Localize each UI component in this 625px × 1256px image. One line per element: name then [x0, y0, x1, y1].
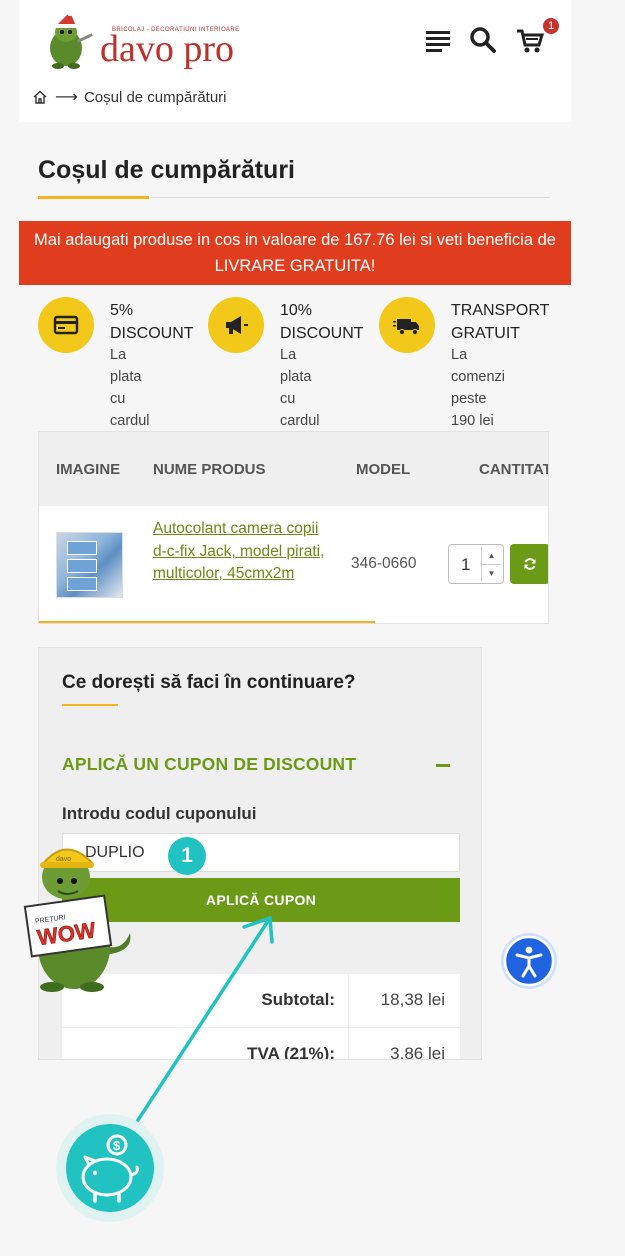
next-steps-accent-bar	[62, 704, 118, 706]
menu-icon[interactable]	[423, 25, 453, 55]
cart-table[interactable]: IMAGINE NUME PRODUS MODEL CANTITATE Auto…	[38, 431, 549, 624]
mascot-wow-sticker[interactable]: davo PREȚURI WOW	[22, 835, 140, 995]
free-shipping-banner: Mai adaugati produse in cos in valoare d…	[19, 221, 571, 285]
feature-icon-circle	[208, 297, 264, 353]
truck-icon	[393, 319, 419, 336]
quantity-stepper[interactable]: 1 ▲ ▼	[448, 544, 504, 584]
title-accent-bar	[38, 196, 149, 199]
feature-icon-circle	[379, 297, 435, 353]
product-name-link[interactable]: Autocolant camera copii d-c-fix Jack, mo…	[153, 518, 333, 586]
accessibility-icon[interactable]	[500, 932, 558, 990]
decrement-chevron-icon[interactable]: ▼	[482, 565, 501, 582]
tutorial-arrow	[123, 916, 274, 1141]
column-header-name: NUME PRODUS	[153, 461, 266, 478]
davo-pro-logo[interactable]: BRICOLAJ - DECORAȚIUNI INTERIOARE davo p…	[36, 10, 239, 70]
breadcrumb-arrow-icon: ⟶	[55, 89, 78, 106]
feature-description: La plata cu cardul	[110, 347, 150, 429]
cart-table-header: IMAGINE NUME PRODUS MODEL CANTITATE	[39, 432, 548, 506]
feature-title: 5% DISCOUNT	[110, 302, 194, 342]
totals-label: TVA (21%):	[247, 1044, 335, 1060]
update-quantity-button[interactable]	[510, 544, 548, 584]
cart-icon[interactable]	[515, 25, 545, 55]
home-icon[interactable]	[33, 90, 47, 104]
column-header-quantity: CANTITATE	[479, 461, 548, 478]
logo-wordmark: davo pro	[100, 28, 235, 70]
feature-description: La comenzi peste 190 lei	[451, 347, 505, 429]
feature-icon-circle	[38, 297, 94, 353]
quantity-spinner[interactable]: ▲ ▼	[481, 547, 501, 581]
page-title: Coșul de cumpărături	[38, 156, 295, 184]
table-horizontal-scrollbar[interactable]	[39, 621, 375, 623]
piggy-bank-savings-icon[interactable]: $	[55, 1113, 165, 1223]
feature-title: 10% DISCOUNT	[280, 302, 364, 342]
product-thumbnail[interactable]	[56, 532, 123, 598]
breadcrumb-current[interactable]: Coșul de cumpărături	[84, 89, 227, 106]
feature-title: TRANSPORT GRATUIT	[451, 302, 550, 342]
svg-text:davo: davo	[56, 856, 71, 863]
breadcrumb: ⟶ Coșul de cumpărături	[33, 87, 227, 107]
svg-text:$: $	[113, 1138, 121, 1153]
increment-chevron-icon[interactable]: ▲	[482, 547, 501, 565]
search-icon[interactable]	[468, 25, 498, 55]
tutorial-step-badge: 1	[168, 837, 206, 875]
column-header-image: IMAGINE	[56, 461, 121, 478]
next-steps-title: Ce dorești să faci în continuare?	[62, 672, 356, 693]
totals-value: 3,86 lei	[390, 1044, 445, 1060]
cart-count-badge: 1	[543, 18, 559, 34]
totals-label: Subtotal:	[261, 990, 335, 1009]
logo-mascot-icon	[50, 10, 93, 69]
quantity-value[interactable]: 1	[461, 555, 470, 575]
refresh-icon	[524, 558, 536, 570]
credit-card-icon	[53, 315, 79, 335]
megaphone-icon	[226, 316, 248, 334]
site-header: BRICOLAJ - DECORAȚIUNI INTERIOARE davo p…	[19, 0, 571, 122]
totals-row-vat: TVA (21%): 3,86 lei	[62, 1028, 460, 1060]
coupon-section-toggle[interactable]: APLICĂ UN CUPON DE DISCOUNT	[62, 754, 356, 775]
column-header-model: MODEL	[356, 461, 411, 478]
collapse-minus-icon[interactable]	[436, 764, 450, 767]
coupon-code-label: Introdu codul cuponului	[62, 804, 257, 823]
totals-value: 18,38 lei	[380, 990, 445, 1009]
product-model: 346-0660	[351, 555, 417, 572]
